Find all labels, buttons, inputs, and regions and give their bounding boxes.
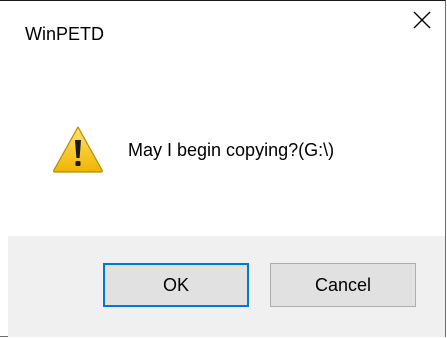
title-bar: WinPETD <box>0 1 445 73</box>
close-icon <box>413 11 431 29</box>
close-button[interactable] <box>399 1 445 69</box>
message-text: May I begin copying?(G:\) <box>128 140 335 160</box>
cancel-button[interactable]: Cancel <box>270 263 416 307</box>
warning-icon <box>53 126 103 173</box>
message-dialog: WinPETD May I begin copying?(G:\) OK Can… <box>0 0 446 337</box>
ok-button[interactable]: OK <box>103 263 249 307</box>
window-title: WinPETD <box>25 24 105 44</box>
button-bar: OK Cancel <box>8 236 445 337</box>
dialog-content: May I begin copying?(G:\) <box>0 73 445 236</box>
